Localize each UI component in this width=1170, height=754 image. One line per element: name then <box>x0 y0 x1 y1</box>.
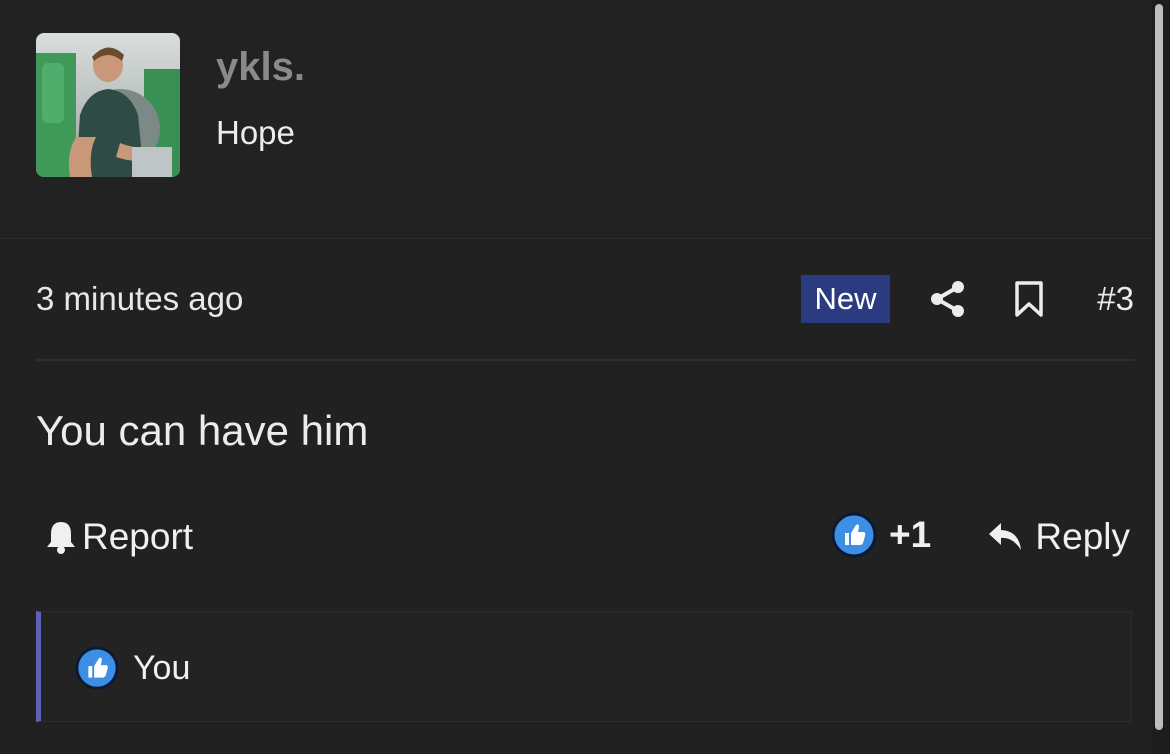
reactions-list[interactable]: You <box>75 646 190 690</box>
avatar-image <box>36 33 180 177</box>
reply-arrow-icon <box>989 523 1022 550</box>
post-meta-row: 3 minutes ago New #3 <box>36 270 1134 330</box>
scrollbar-thumb[interactable] <box>1155 4 1163 730</box>
post-body: You can have him <box>36 407 369 454</box>
report-label: Report <box>82 516 194 557</box>
like-reaction[interactable]: +1 <box>831 512 931 558</box>
reactions-user: You <box>133 648 191 687</box>
bookmark-icon[interactable] <box>1013 280 1045 318</box>
post-actions: Report +1 Reply <box>36 508 1134 568</box>
share-icon[interactable] <box>929 280 967 318</box>
user-title: Hope <box>216 114 295 151</box>
bell-icon <box>47 522 75 554</box>
reaction-count: +1 <box>889 514 932 555</box>
post-page: ykls. Hope 3 minutes ago New #3 You can … <box>0 0 1170 754</box>
avatar[interactable] <box>36 33 180 177</box>
post-timestamp[interactable]: 3 minutes ago <box>36 280 243 318</box>
username[interactable]: ykls. <box>216 44 305 90</box>
report-button[interactable]: Report <box>44 516 193 558</box>
post-number[interactable]: #3 <box>1097 280 1134 318</box>
scrollbar[interactable] <box>1152 0 1170 754</box>
thumbs-up-icon <box>831 512 877 558</box>
reply-button[interactable]: Reply <box>987 516 1130 558</box>
thumbs-up-icon <box>75 646 119 690</box>
reply-label: Reply <box>1035 516 1130 557</box>
new-badge: New <box>801 275 890 323</box>
reactions-bar: You <box>36 611 1132 722</box>
user-header: ykls. Hope <box>0 0 1152 239</box>
divider <box>36 359 1134 361</box>
